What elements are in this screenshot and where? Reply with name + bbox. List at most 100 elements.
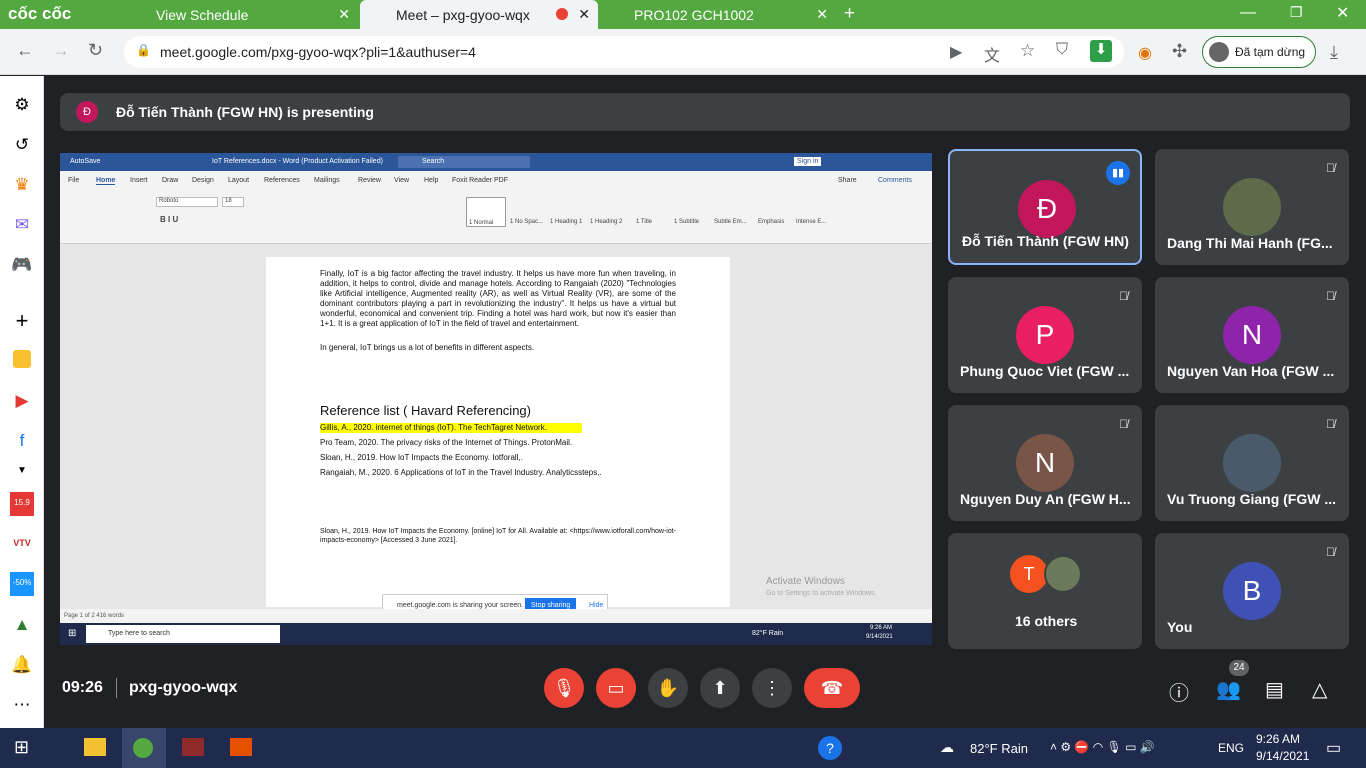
youtube-icon[interactable]: ▶ <box>10 390 34 412</box>
hat-icon[interactable]: ▲ <box>10 614 34 636</box>
address-bar[interactable]: 🔒 meet.google.com/pxg-gyoo-wqx?pli=1&aut… <box>124 36 1124 68</box>
tab-review[interactable]: Review <box>358 177 381 184</box>
language-indicator[interactable]: ENG <box>1218 741 1244 755</box>
tab-file[interactable]: File <box>68 177 79 184</box>
close-icon[interactable]: ✕ <box>578 6 590 23</box>
raise-hand-button[interactable]: ✋ <box>648 668 688 708</box>
shared-screen[interactable]: AutoSave IoT References.docx - Word (Pro… <box>60 153 932 645</box>
participant-tile[interactable]: 🎙̸ Dang Thi Mai Hanh (FG... <box>1155 149 1349 265</box>
tab-view[interactable]: View <box>394 177 409 184</box>
self-tile[interactable]: B 🎙̸ You <box>1155 533 1349 649</box>
weather-text[interactable]: 82°F Rain <box>970 741 1028 756</box>
participant-tile[interactable]: P 🎙̸ Phung Quoc Viet (FGW ... <box>948 277 1142 393</box>
messenger-icon[interactable]: ✉ <box>10 214 34 236</box>
comments-button[interactable]: Comments <box>878 177 912 184</box>
participant-tile[interactable]: 🎙̸ Vu Truong Giang (FGW ... <box>1155 405 1349 521</box>
participant-tile[interactable]: N 🎙̸ Nguyen Van Hoa (FGW ... <box>1155 277 1349 393</box>
chat-icon[interactable]: ▤ <box>1265 677 1284 702</box>
vtv-icon[interactable]: VTV <box>10 532 34 554</box>
close-icon[interactable]: ✕ <box>816 6 828 23</box>
puzzle-icon[interactable]: ✣ <box>1172 41 1187 62</box>
more-icon[interactable]: ⋯ <box>10 694 34 716</box>
maximize-icon[interactable]: ❐ <box>1290 4 1303 21</box>
minimize-icon[interactable]: — <box>1240 4 1256 22</box>
translate-icon[interactable]: 文 <box>984 42 1000 66</box>
font-size-select[interactable]: 18 <box>222 197 244 207</box>
close-icon[interactable]: ✕ <box>338 6 350 23</box>
browser-logo[interactable]: cốc cốc <box>8 4 71 24</box>
more-options-button[interactable]: ⋮ <box>752 668 792 708</box>
notes-icon[interactable] <box>13 350 31 368</box>
share-button[interactable]: Share <box>838 177 857 184</box>
shopee-icon[interactable]: 15.9 <box>10 492 34 516</box>
app-icon[interactable] <box>230 738 252 756</box>
downloads-icon[interactable]: ⤓ <box>1330 42 1338 63</box>
info-icon[interactable]: ⓘ <box>1169 677 1189 706</box>
tray-icons[interactable]: ˄ ⚙ ⛔ ◠ 🎙 ▭ 🔊 <box>1050 740 1155 754</box>
new-tab-icon[interactable]: + <box>844 3 855 25</box>
coccoc-taskbar-icon[interactable] <box>122 728 166 768</box>
tab-mailings[interactable]: Mailings <box>314 177 340 184</box>
leave-call-button[interactable]: ☎ <box>804 668 860 708</box>
participant-tile[interactable]: N 🎙̸ Nguyen Duy An (FGW H... <box>948 405 1142 521</box>
tab-design[interactable]: Design <box>192 177 214 184</box>
style-heading2[interactable]: 1 Heading 2 <box>590 219 622 225</box>
tiki-icon[interactable]: -50% <box>10 572 34 596</box>
star-icon[interactable]: ☆ <box>1020 41 1035 61</box>
windows-icon[interactable]: ⊞ <box>14 737 29 758</box>
tab-help[interactable]: Help <box>424 177 438 184</box>
activities-icon[interactable]: △ <box>1312 677 1327 702</box>
add-icon[interactable]: + <box>10 310 34 332</box>
download-icon[interactable]: ⬇ <box>1090 40 1112 62</box>
mic-off-button[interactable]: 🎙 <box>544 668 584 708</box>
tab-home[interactable]: Home <box>96 177 116 185</box>
tab-meet[interactable]: Meet – pxg-gyoo-wqx ✕ <box>360 0 598 29</box>
signin-button[interactable]: Sign in <box>794 157 822 166</box>
profile-button[interactable]: Đã tạm dừng <box>1202 36 1316 68</box>
winrar-icon[interactable] <box>182 738 204 756</box>
style-normal[interactable]: 1 Normal <box>466 197 506 227</box>
clock-time[interactable]: 9:26 AM <box>1256 732 1300 746</box>
clock-date[interactable]: 9/14/2021 <box>1256 749 1309 763</box>
tab-layout[interactable]: Layout <box>228 177 249 184</box>
style-nospacing[interactable]: 1 No Spac... <box>510 219 543 225</box>
bold-icon[interactable]: B I U <box>160 215 178 224</box>
history-icon[interactable]: ↺ <box>10 134 34 156</box>
style-subtitle[interactable]: 1 Subtitle <box>674 219 699 225</box>
back-icon[interactable]: ← <box>16 40 34 61</box>
present-button[interactable]: ⬆ <box>700 668 740 708</box>
tab-view-schedule[interactable]: View Schedule ✕ <box>120 0 358 29</box>
document-page[interactable]: Finally, IoT is a big factor affecting t… <box>266 257 730 607</box>
style-subtle-emphasis[interactable]: Subtle Em... <box>714 219 747 225</box>
file-explorer-icon[interactable] <box>84 738 106 756</box>
tab-draw[interactable]: Draw <box>162 177 178 184</box>
facebook-icon[interactable]: f <box>10 430 34 452</box>
font-select[interactable]: Roboto <box>156 197 218 207</box>
tab-foxit[interactable]: Foxit Reader PDF <box>452 177 508 184</box>
notification-icon[interactable]: ▭ <box>1326 738 1341 758</box>
forward-icon[interactable]: → <box>52 40 70 61</box>
settings-icon[interactable]: ⚙ <box>10 94 34 116</box>
help-icon[interactable]: ? <box>818 736 842 760</box>
people-icon[interactable]: 👥 <box>1216 677 1241 702</box>
close-window-icon[interactable]: ✕ <box>1336 3 1349 23</box>
tab-pro102[interactable]: PRO102 GCH1002 ✕ <box>598 0 836 29</box>
style-intense[interactable]: Intense E... <box>796 219 826 225</box>
word-search[interactable]: Search <box>398 156 530 168</box>
camera-icon[interactable]: ▶ <box>950 42 962 62</box>
chevron-down-icon[interactable]: ▼ <box>10 460 34 482</box>
style-emphasis[interactable]: Emphasis <box>758 219 784 225</box>
camera-off-button[interactable]: ▭ <box>596 668 636 708</box>
hide-button[interactable]: Hide <box>589 602 603 609</box>
reload-icon[interactable]: ↻ <box>88 40 103 61</box>
shield-icon[interactable]: ⛉ <box>1056 41 1068 59</box>
extension-icon[interactable]: ◉ <box>1138 43 1152 63</box>
tab-references[interactable]: References <box>264 177 300 184</box>
style-heading1[interactable]: 1 Heading 1 <box>550 219 582 225</box>
others-tile[interactable]: T 16 others <box>948 533 1142 649</box>
participant-tile[interactable]: Đ ▮▮ Đỗ Tiến Thành (FGW HN) <box>948 149 1142 265</box>
game-icon[interactable]: 🎮 <box>10 254 34 276</box>
crown-icon[interactable]: ♛ <box>10 174 34 196</box>
tab-insert[interactable]: Insert <box>130 177 148 184</box>
style-title[interactable]: 1 Title <box>636 219 652 225</box>
